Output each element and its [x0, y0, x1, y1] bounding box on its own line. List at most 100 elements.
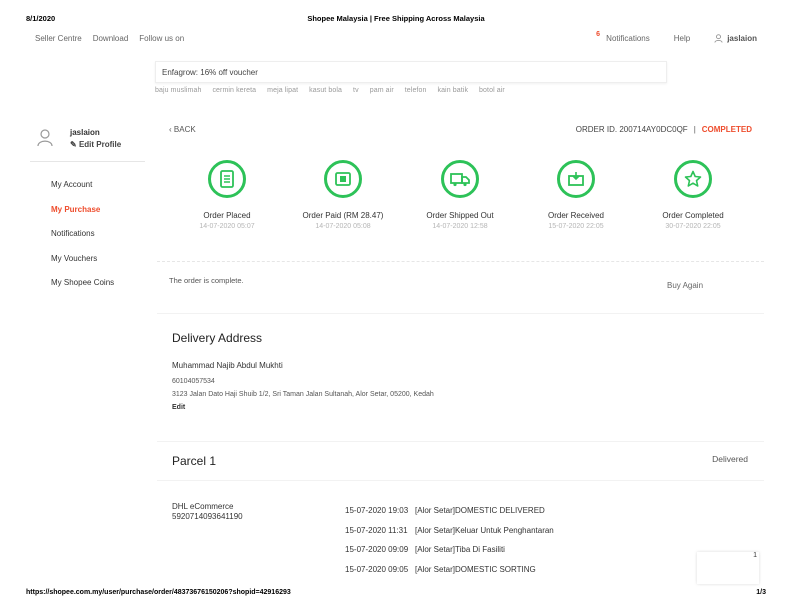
search-suggestion[interactable]: telefon: [405, 87, 427, 94]
sidebar-item-my-account[interactable]: My Account: [51, 180, 114, 205]
step-label: Order Shipped Out: [426, 211, 494, 220]
user-menu[interactable]: jaslaion: [714, 34, 757, 43]
separator: |: [693, 125, 696, 134]
sidebar-item-my-shopee-coins[interactable]: My Shopee Coins: [51, 278, 114, 303]
star-icon: [684, 170, 702, 187]
tracking-event: 15-07-2020 19:03 [Alor Setar]DOMESTIC DEL…: [345, 506, 554, 526]
search-suggestion[interactable]: meja lipat: [267, 87, 298, 94]
parcel-header: Parcel 1 Delivered: [157, 441, 764, 481]
step-label: Order Paid (RM 28.47): [302, 211, 384, 220]
step-order-received: Order Received 15-07-2020 22:05: [521, 160, 631, 230]
payment-icon: [335, 172, 351, 186]
order-id: ORDER ID. 200714AY0DC0QF: [575, 125, 688, 134]
recipient-address: 3123 Jalan Dato Haji Shuib 1/2, Sri Tama…: [172, 391, 434, 398]
event-time: 15-07-2020 09:05: [345, 564, 409, 574]
step-circle: [441, 160, 479, 198]
tracking-event: 15-07-2020 09:09 [Alor Setar]Tiba Di Fasi…: [345, 545, 554, 565]
buy-again-button[interactable]: Buy Again: [667, 281, 703, 290]
print-url: https://shopee.com.my/user/purchase/orde…: [26, 589, 291, 596]
seller-centre-link[interactable]: Seller Centre: [35, 34, 82, 43]
username-label: jaslaion: [727, 34, 757, 43]
step-label: Order Placed: [203, 211, 251, 220]
order-id-block: ORDER ID. 200714AY0DC0QF | COMPLETED: [576, 125, 752, 134]
tracking-event: 15-07-2020 11:31 [Alor Setar]Keluar Untuk…: [345, 526, 554, 546]
tracking-number: 5920714093641190: [172, 512, 243, 521]
floating-box-label: 1: [753, 552, 757, 559]
event-time: 15-07-2020 19:03: [345, 506, 409, 515]
print-title: Shopee Malaysia | Free Shipping Across M…: [307, 14, 485, 23]
tracking-event: 15-07-2020 09:05 [Alor Setar]DOMESTIC SOR…: [345, 565, 554, 585]
pencil-icon: ✎: [70, 140, 77, 149]
event-time: 15-07-2020 11:31: [345, 525, 408, 535]
back-button[interactable]: ‹ BACK: [169, 125, 196, 134]
step-circle: [208, 160, 246, 198]
order-progress-stepper: Order Placed 14-07-2020 05:07 Order Paid…: [157, 160, 764, 240]
print-page-number: 1/3: [756, 589, 766, 596]
step-order-shipped: Order Shipped Out 14-07-2020 12:58: [405, 160, 515, 230]
search-suggestion[interactable]: botol air: [479, 87, 505, 94]
notifications-label: Notifications: [606, 34, 650, 43]
floating-chat-box[interactable]: 1: [697, 552, 759, 584]
back-label: BACK: [173, 125, 196, 134]
parcel-title: Parcel 1: [172, 454, 217, 468]
truck-icon: [450, 173, 470, 187]
search-suggestions: baju muslimah cermin kereta meja lipat k…: [155, 87, 675, 94]
notifications-link[interactable]: 6 Notifications: [596, 31, 650, 43]
edit-profile-label: Edit Profile: [78, 140, 122, 149]
step-time: 14-07-2020 12:58: [432, 223, 488, 230]
carrier-name: DHL eCommerce: [172, 502, 234, 511]
step-circle: [557, 160, 595, 198]
search-suggestion[interactable]: pam air: [370, 87, 394, 94]
event-desc: [Alor Setar]DOMESTIC DELIVERED: [415, 506, 545, 515]
order-status-panel: ‹ BACK ORDER ID. 200714AY0DC0QF | COMPLETE…: [157, 116, 764, 262]
receipt-icon: [220, 170, 234, 188]
search-suggestion[interactable]: cermin kereta: [212, 87, 256, 94]
sidebar-item-my-vouchers[interactable]: My Vouchers: [51, 254, 114, 279]
order-complete-row: The order is complete. Buy Again: [157, 264, 764, 314]
tracking-events: 15-07-2020 19:03 [Alor Setar]DOMESTIC DEL…: [345, 506, 554, 584]
profile-username: jaslaion: [70, 128, 100, 137]
search-suggestion[interactable]: baju muslimah: [155, 87, 201, 94]
carrier-info: DHL eCommerce 5920714093641190: [172, 502, 243, 522]
step-time: 30-07-2020 22:05: [665, 223, 721, 230]
edit-profile-link[interactable]: ✎ Edit Profile: [70, 140, 121, 149]
recipient-name: Muhammad Najib Abdul Mukhti: [172, 361, 283, 370]
step-label: Order Received: [547, 211, 605, 220]
order-status-badge: COMPLETED: [701, 125, 752, 134]
parcel-status: Delivered: [712, 454, 748, 464]
notification-count-badge: 6: [596, 31, 601, 38]
step-time: 14-07-2020 05:07: [199, 223, 255, 230]
sidebar-item-notifications[interactable]: Notifications: [51, 229, 114, 254]
account-sidebar: jaslaion ✎ Edit Profile My Account My Pu…: [30, 122, 145, 287]
step-time: 15-07-2020 22:05: [548, 223, 604, 230]
edit-address-link[interactable]: Edit: [172, 404, 185, 411]
step-order-paid: Order Paid (RM 28.47) 14-07-2020 05:08: [288, 160, 398, 230]
follow-us-link[interactable]: Follow us on: [139, 34, 184, 43]
profile-summary: jaslaion ✎ Edit Profile: [30, 122, 145, 162]
search-suggestion[interactable]: kain batik: [437, 87, 468, 94]
step-time: 14-07-2020 05:08: [315, 223, 371, 230]
search-input[interactable]: Enfagrow: 16% off voucher: [155, 61, 667, 83]
step-order-placed: Order Placed 14-07-2020 05:07: [172, 160, 282, 230]
search-suggestion[interactable]: kasut bola: [309, 87, 342, 94]
chevron-left-icon: ‹: [169, 125, 172, 134]
step-label: Order Completed: [662, 211, 724, 220]
delivery-address-section: Delivery Address Muhammad Najib Abdul Mu…: [157, 316, 764, 441]
recipient-phone: 60104057534: [172, 378, 215, 385]
sidebar-item-my-purchase[interactable]: My Purchase: [51, 205, 114, 230]
event-desc: [Alor Setar]Keluar Untuk Penghantaran: [415, 525, 554, 535]
inbox-icon: [568, 172, 584, 186]
step-circle: [674, 160, 712, 198]
event-time: 15-07-2020 09:09: [345, 545, 409, 554]
step-order-completed: Order Completed 30-07-2020 22:05: [638, 160, 748, 230]
event-desc: [Alor Setar]Tiba Di Fasiliti: [415, 545, 505, 554]
print-footer: https://shopee.com.my/user/purchase/orde…: [0, 589, 792, 601]
search-suggestion[interactable]: tv: [353, 87, 359, 94]
sidebar-menu: My Account My Purchase Notifications My …: [51, 180, 114, 303]
download-link[interactable]: Download: [93, 34, 129, 43]
top-navigation: Seller Centre Download Follow us on 6 No…: [0, 31, 792, 48]
user-icon: [714, 34, 723, 43]
event-desc: [Alor Setar]DOMESTIC SORTING: [415, 564, 536, 574]
help-link[interactable]: Help: [674, 34, 690, 43]
avatar-icon[interactable]: [37, 129, 53, 147]
